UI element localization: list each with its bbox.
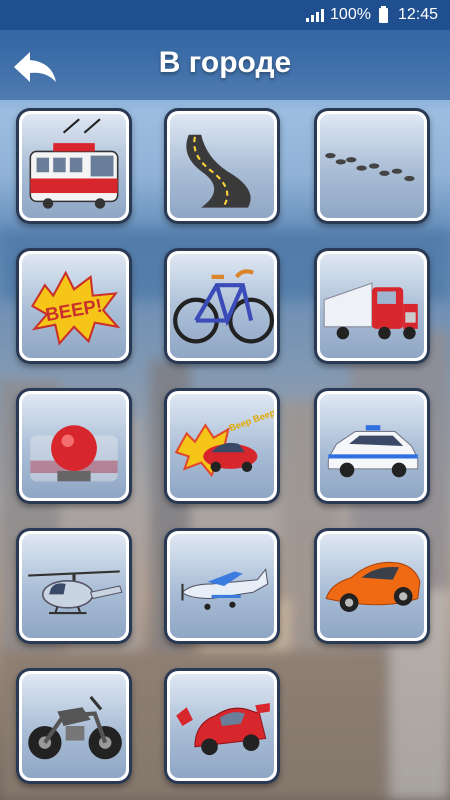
tile-police-car[interactable]	[314, 388, 430, 504]
airplane-icon	[181, 568, 269, 610]
race-car-icon	[176, 703, 270, 756]
tile-motorcycle[interactable]	[16, 668, 132, 784]
footsteps-icon	[325, 153, 415, 182]
tile-race-car[interactable]	[164, 668, 280, 784]
car-horn-label: Beep Beep	[228, 407, 274, 433]
tile-airplane[interactable]	[164, 528, 280, 644]
sports-car-icon	[325, 561, 421, 612]
truck-icon	[323, 282, 418, 340]
tile-beep[interactable]: BEEP!	[16, 248, 132, 364]
tile-tram[interactable]	[16, 108, 132, 224]
helicopter-icon	[28, 570, 123, 615]
road-icon	[186, 134, 251, 208]
tram-icon	[29, 118, 119, 209]
police-car-icon	[327, 425, 419, 478]
tile-truck[interactable]	[314, 248, 430, 364]
tile-bicycle[interactable]	[164, 248, 280, 364]
tile-sports-car[interactable]	[314, 528, 430, 644]
tram-bell-icon	[30, 425, 118, 482]
sound-grid: BEEP! Beep Beep	[0, 0, 450, 800]
car-horn-icon: Beep Beep	[174, 407, 274, 478]
beep-icon: BEEP!	[30, 270, 121, 346]
tile-tram-bell[interactable]	[16, 388, 132, 504]
tile-car-horn[interactable]: Beep Beep	[164, 388, 280, 504]
tile-footsteps[interactable]	[314, 108, 430, 224]
tile-helicopter[interactable]	[16, 528, 132, 644]
bicycle-icon	[173, 269, 274, 344]
motorcycle-icon	[28, 695, 122, 760]
tile-road[interactable]	[164, 108, 280, 224]
